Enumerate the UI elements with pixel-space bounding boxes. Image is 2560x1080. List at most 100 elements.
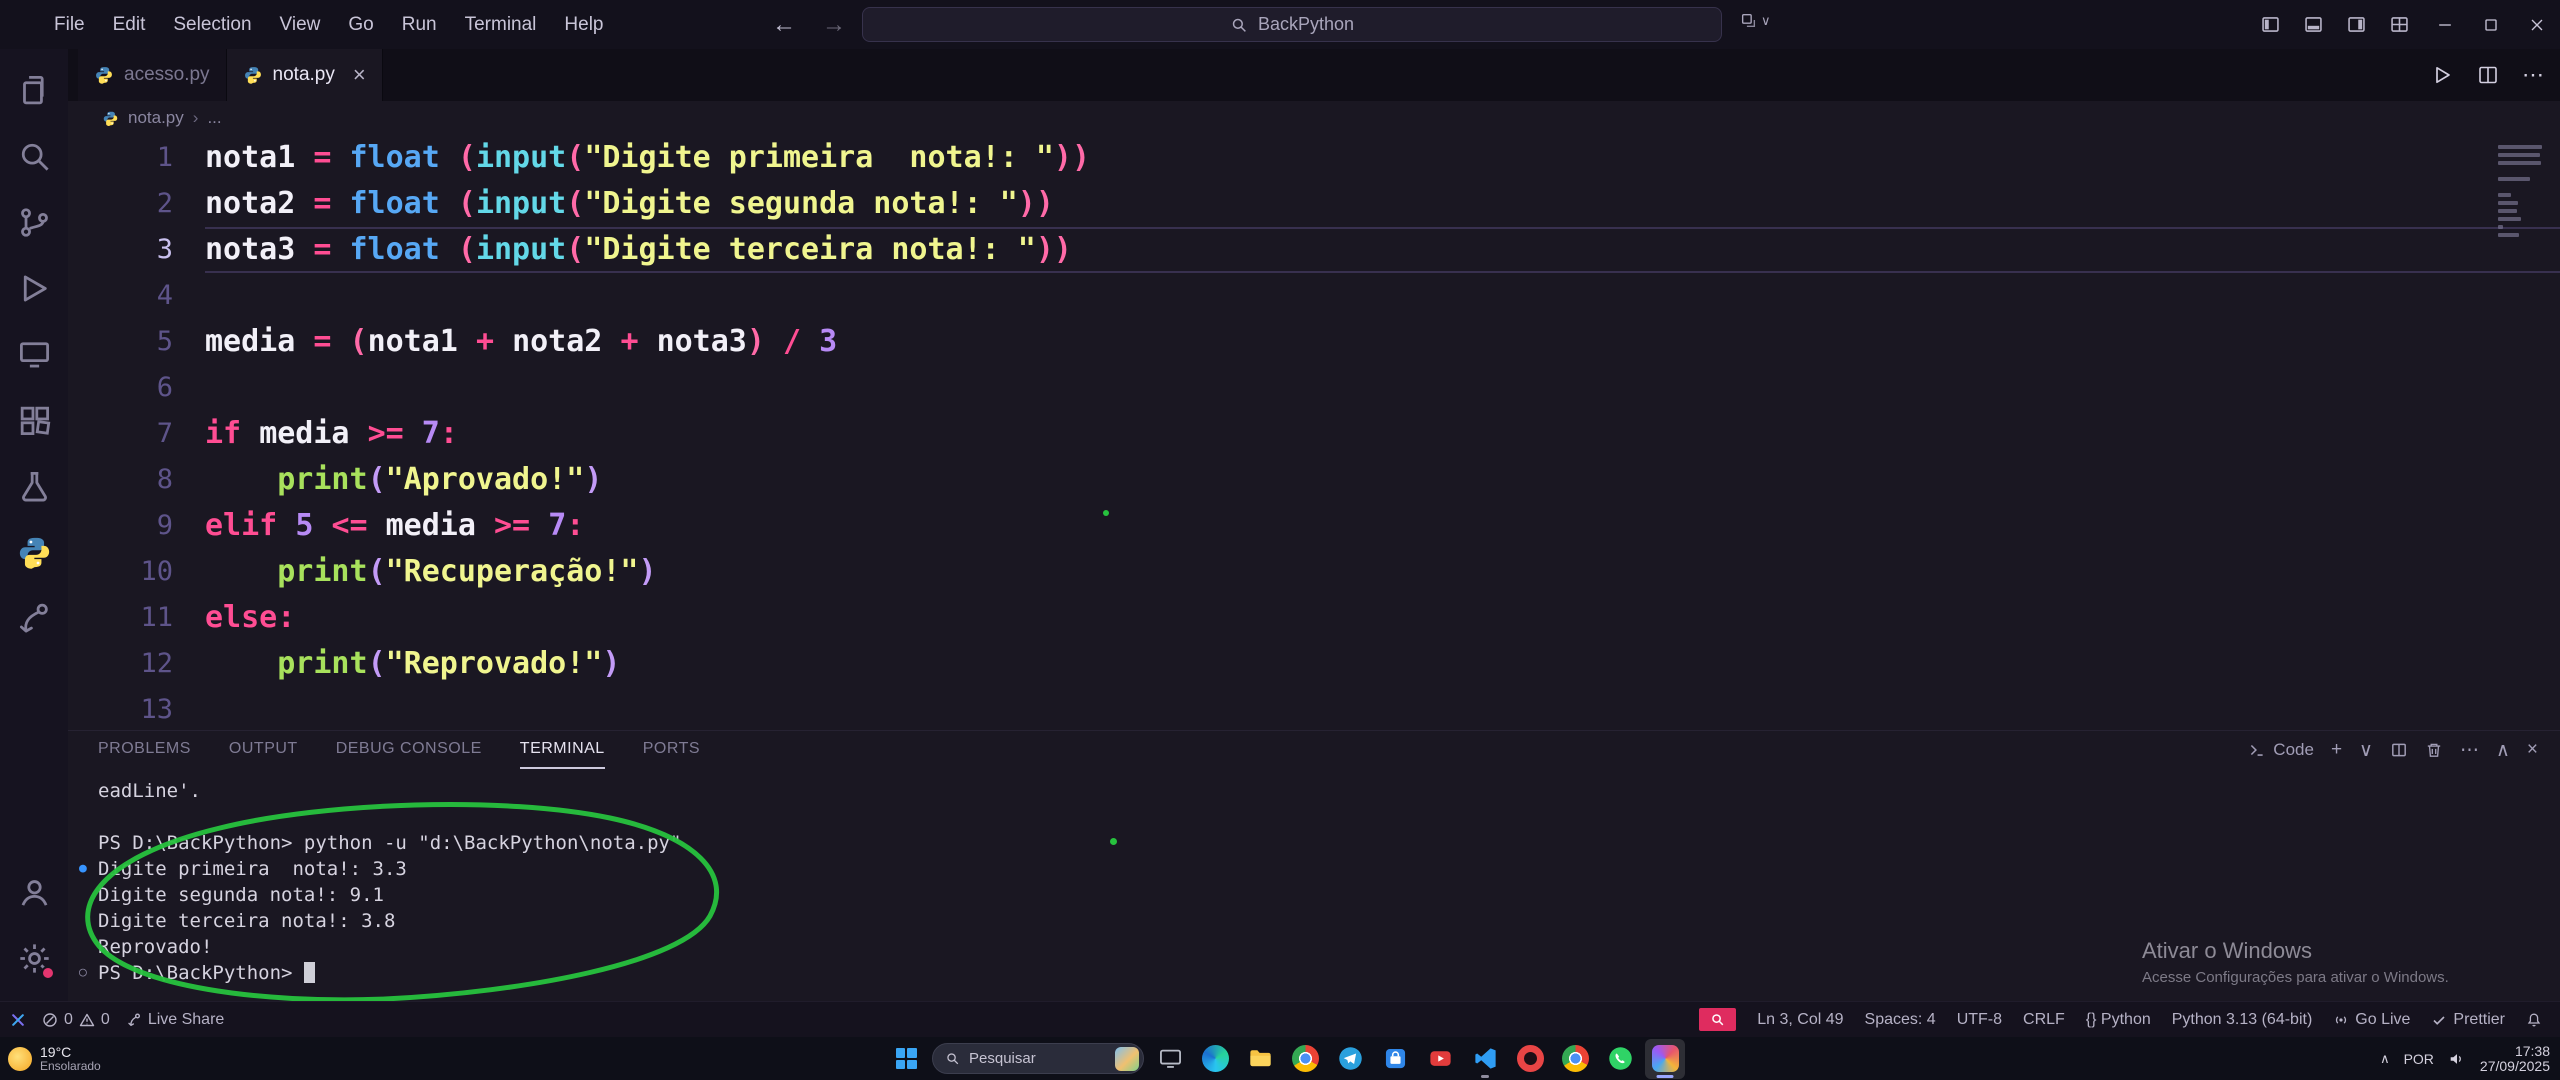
line-number[interactable]: 2: [68, 181, 173, 227]
code-line-11[interactable]: 11else:: [68, 595, 2560, 641]
taskbar-app-microsoft-store[interactable]: [1375, 1039, 1415, 1079]
line-number[interactable]: 13: [68, 687, 173, 730]
activity-source-control-icon[interactable]: [0, 189, 68, 255]
activity-extensions-icon[interactable]: [0, 387, 68, 453]
line-number[interactable]: 4: [68, 273, 173, 319]
menu-edit[interactable]: Edit: [99, 8, 160, 42]
menu-view[interactable]: View: [266, 8, 335, 42]
breadcrumb-file[interactable]: nota.py: [128, 108, 184, 128]
code-editor[interactable]: 1nota1 = float (input("Digite primeira n…: [68, 135, 2560, 730]
breadcrumb[interactable]: nota.py › ...: [68, 101, 2560, 135]
taskbar-search[interactable]: Pesquisar: [932, 1043, 1144, 1074]
breadcrumb-more[interactable]: ...: [207, 108, 221, 128]
chevron-down-icon[interactable]: ∨: [2359, 739, 2373, 762]
line-number[interactable]: 7: [68, 411, 173, 457]
minimap[interactable]: [2498, 141, 2546, 249]
taskbar-app-task-view[interactable]: [1150, 1039, 1190, 1079]
activity-remote-explorer-icon[interactable]: [0, 321, 68, 387]
taskbar-app-paint[interactable]: [1645, 1039, 1685, 1079]
split-terminal-icon[interactable]: [2390, 741, 2408, 759]
status-go-live[interactable]: Go Live: [2333, 1011, 2410, 1029]
activity-run-and-debug-icon[interactable]: [0, 255, 68, 321]
clock[interactable]: 17:38 27/09/2025: [2480, 1044, 2550, 1074]
volume-icon[interactable]: [2448, 1050, 2466, 1068]
maximize-panel-icon[interactable]: ∧: [2496, 739, 2510, 762]
weather-widget[interactable]: 19°C Ensolarado: [8, 1037, 101, 1080]
code-line-12[interactable]: 12 print("Reprovado!"): [68, 641, 2560, 687]
activity-python-icon[interactable]: [0, 519, 68, 585]
more-actions-icon[interactable]: ⋯: [2522, 62, 2544, 88]
start-button[interactable]: [886, 1039, 926, 1079]
terminal-profile-chip[interactable]: Code: [2248, 740, 2314, 760]
activity-search-icon[interactable]: [0, 123, 68, 189]
tab-acesso.py[interactable]: acesso.py: [78, 49, 227, 101]
maximize-button[interactable]: [2468, 0, 2514, 49]
taskbar-app-whatsapp[interactable]: [1600, 1039, 1640, 1079]
code-line-6[interactable]: 6: [68, 365, 2560, 411]
line-number[interactable]: 5: [68, 319, 173, 365]
line-number[interactable]: 3: [68, 227, 173, 273]
activity-testing-icon[interactable]: [0, 453, 68, 519]
status-notifications[interactable]: [2526, 1012, 2542, 1028]
language-indicator[interactable]: POR: [2404, 1051, 2434, 1067]
line-number[interactable]: 11: [68, 595, 173, 641]
activity-accounts-icon[interactable]: [0, 859, 68, 925]
menu-terminal[interactable]: Terminal: [451, 8, 551, 42]
status-cursor-position[interactable]: Ln 3, Col 49: [1757, 1011, 1843, 1029]
problems-status[interactable]: 0 0: [42, 1011, 110, 1029]
customize-layout-icon[interactable]: [2389, 14, 2410, 35]
menu-go[interactable]: Go: [334, 8, 387, 42]
taskbar-app-chrome[interactable]: [1285, 1039, 1325, 1079]
code-line-4[interactable]: 4: [68, 273, 2560, 319]
close-panel-icon[interactable]: ×: [2527, 739, 2538, 761]
menu-file[interactable]: File: [40, 8, 99, 42]
live-share-status[interactable]: Live Share: [126, 1011, 225, 1029]
toggle-primary-sidebar-icon[interactable]: [2260, 14, 2281, 35]
status-prettier[interactable]: Prettier: [2431, 1011, 2505, 1029]
command-center-search[interactable]: BackPython: [862, 7, 1722, 42]
toggle-secondary-sidebar-icon[interactable]: [2346, 14, 2367, 35]
tab-nota.py[interactable]: nota.py×: [227, 49, 383, 101]
menu-selection[interactable]: Selection: [159, 8, 265, 42]
code-line-8[interactable]: 8 print("Aprovado!"): [68, 457, 2560, 503]
panel-tab-problems[interactable]: PROBLEMS: [98, 731, 191, 769]
panel-tab-terminal[interactable]: TERMINAL: [520, 731, 605, 769]
taskbar-app-telegram[interactable]: [1330, 1039, 1370, 1079]
code-line-2[interactable]: 2nota2 = float (input("Digite segunda no…: [68, 181, 2560, 227]
menu-help[interactable]: Help: [550, 8, 617, 42]
taskbar-app-opera[interactable]: [1510, 1039, 1550, 1079]
add-terminal-icon[interactable]: +: [2331, 739, 2342, 761]
line-number[interactable]: 12: [68, 641, 173, 687]
activity-live-share-icon[interactable]: [0, 585, 68, 651]
hidden-icons-chevron-icon[interactable]: ∧: [2380, 1051, 2390, 1067]
more-icon[interactable]: ⋯: [2460, 739, 2479, 762]
remote-indicator-icon[interactable]: [10, 1012, 26, 1028]
toggle-panel-icon[interactable]: [2303, 14, 2324, 35]
status-search-alert[interactable]: [1699, 1008, 1736, 1031]
activity-settings-icon[interactable]: [0, 925, 68, 991]
code-line-7[interactable]: 7if media >= 7:: [68, 411, 2560, 457]
line-number[interactable]: 6: [68, 365, 173, 411]
multi-window-control[interactable]: ∨: [1740, 12, 1771, 29]
line-number[interactable]: 1: [68, 135, 173, 181]
run-icon[interactable]: [2430, 63, 2454, 87]
line-number[interactable]: 10: [68, 549, 173, 595]
code-line-1[interactable]: 1nota1 = float (input("Digite primeira n…: [68, 135, 2560, 181]
status-indentation[interactable]: Spaces: 4: [1865, 1011, 1936, 1029]
forward-icon[interactable]: →: [822, 11, 846, 39]
status-python-interpreter[interactable]: Python 3.13 (64-bit): [2172, 1011, 2313, 1029]
close-button[interactable]: [2514, 0, 2560, 49]
panel-tab-output[interactable]: OUTPUT: [229, 731, 298, 769]
taskbar-app-youtube[interactable]: [1420, 1039, 1460, 1079]
status-language-mode[interactable]: {} Python: [2086, 1011, 2151, 1029]
line-number[interactable]: 8: [68, 457, 173, 503]
menu-run[interactable]: Run: [388, 8, 451, 42]
trash-icon[interactable]: [2425, 741, 2443, 759]
taskbar-app-chrome-2[interactable]: [1555, 1039, 1595, 1079]
taskbar-app-vscode[interactable]: [1465, 1039, 1505, 1079]
code-line-9[interactable]: 9elif 5 <= media >= 7:: [68, 503, 2560, 549]
minimize-button[interactable]: [2422, 0, 2468, 49]
code-line-3[interactable]: 3nota3 = float (input("Digite terceira n…: [68, 227, 2560, 273]
panel-tab-ports[interactable]: PORTS: [643, 731, 700, 769]
status-end-of-line[interactable]: CRLF: [2023, 1011, 2065, 1029]
